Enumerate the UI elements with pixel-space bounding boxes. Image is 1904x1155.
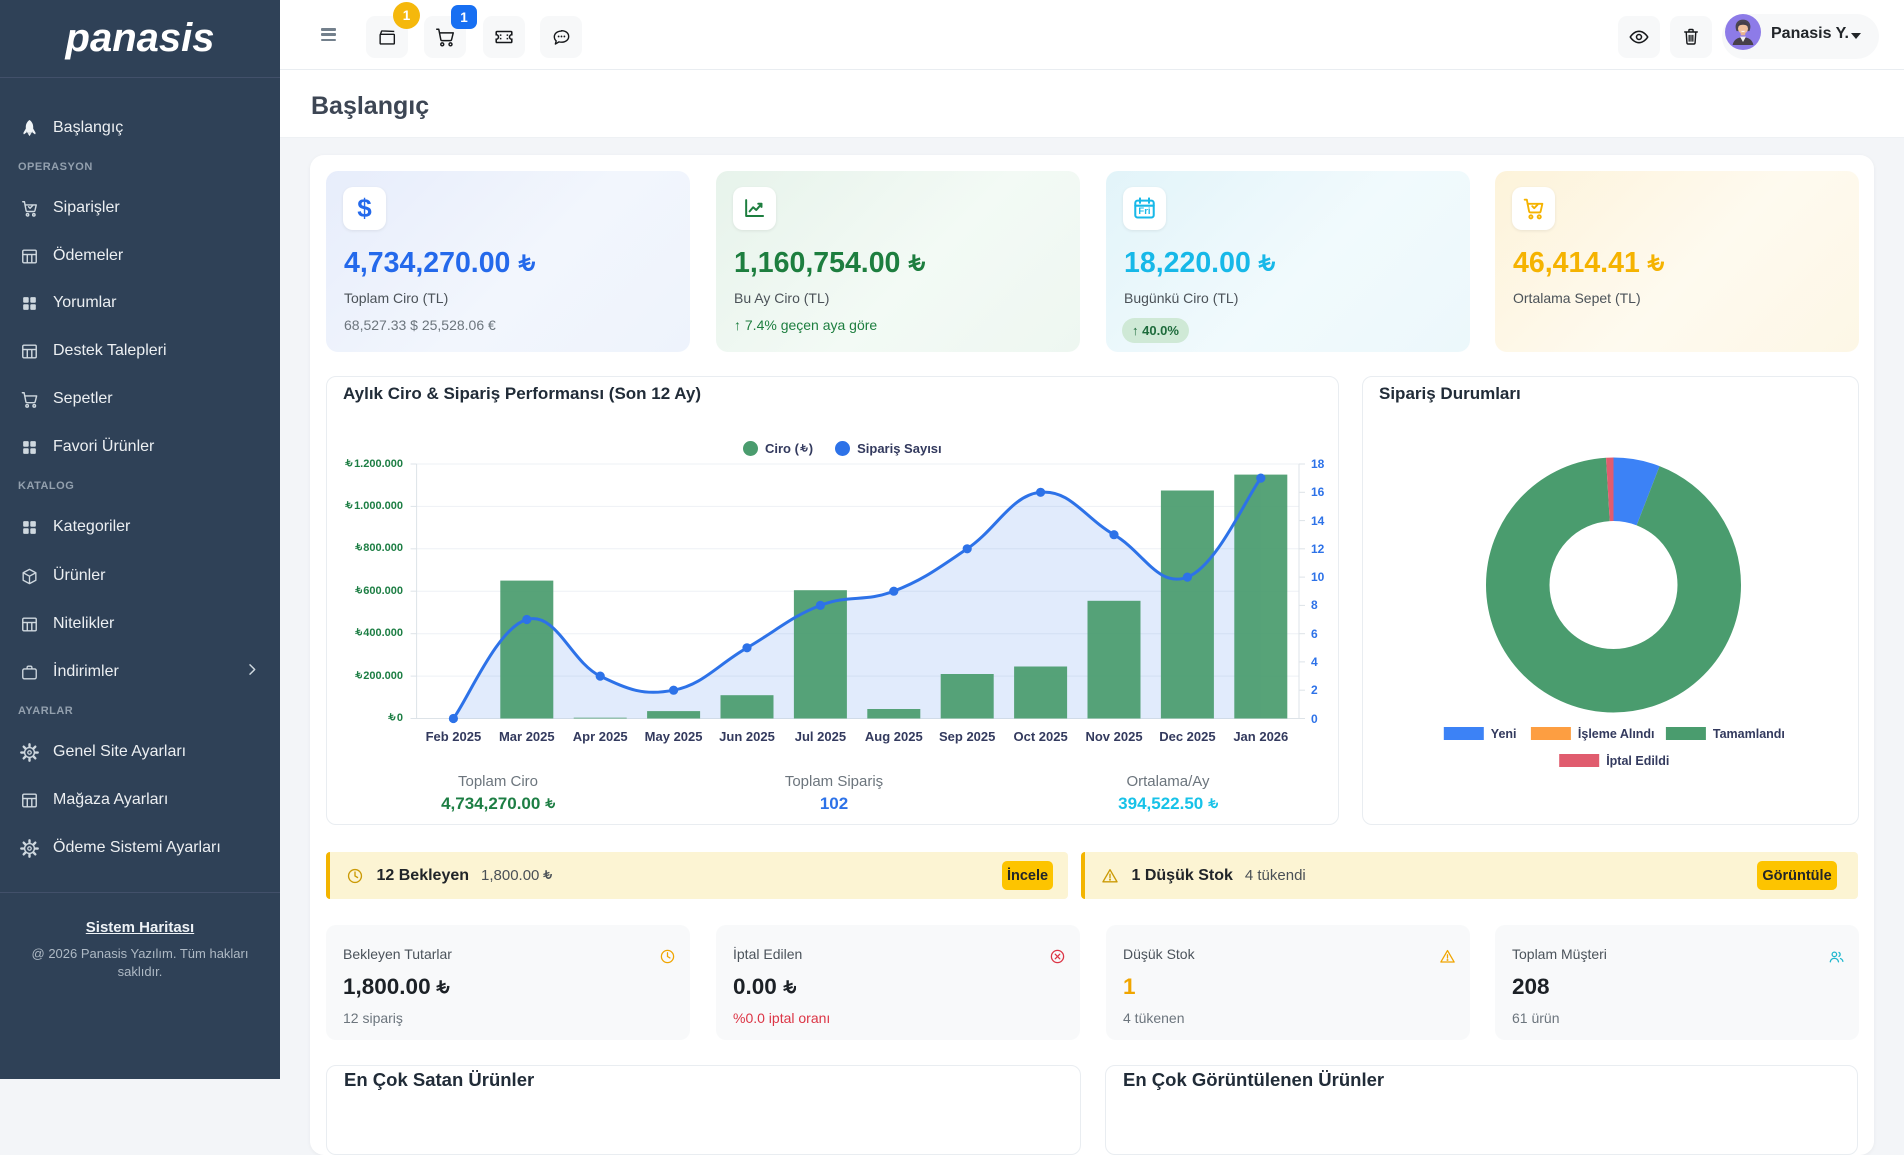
svg-text:Nov 2025: Nov 2025 [1085, 729, 1142, 744]
svg-text:Dec 2025: Dec 2025 [1159, 729, 1215, 744]
svg-text:Jan 2026: Jan 2026 [1233, 729, 1288, 744]
svg-text:Yeni: Yeni [1491, 727, 1517, 741]
svg-text:Sep 2025: Sep 2025 [939, 729, 995, 744]
svg-text:Oct 2025: Oct 2025 [1013, 729, 1067, 744]
svg-text:Apr 2025: Apr 2025 [573, 729, 628, 744]
svg-text:İptal Edildi: İptal Edildi [1606, 753, 1669, 768]
svg-text:İşleme Alındı: İşleme Alındı [1578, 726, 1655, 741]
svg-text:Jun 2025: Jun 2025 [719, 729, 775, 744]
svg-text:May 2025: May 2025 [645, 729, 703, 744]
svg-text:Mar 2025: Mar 2025 [499, 729, 555, 744]
svg-text:Tamamlandı: Tamamlandı [1713, 727, 1785, 741]
svg-text:Feb 2025: Feb 2025 [426, 729, 482, 744]
svg-text:Aug 2025: Aug 2025 [865, 729, 923, 744]
svg-text:Jul 2025: Jul 2025 [795, 729, 846, 744]
